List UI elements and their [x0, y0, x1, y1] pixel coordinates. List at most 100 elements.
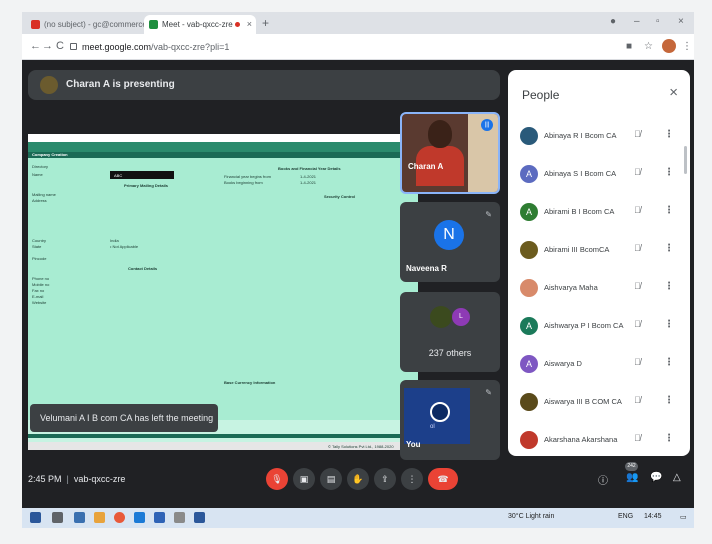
back-arrow-icon[interactable]: ←: [30, 40, 41, 52]
weather-widget[interactable]: 30°C Light rain: [508, 513, 554, 520]
participant-more-icon[interactable]: ⋮: [664, 167, 674, 178]
participant-row[interactable]: A Abinaya S I Bcom CA 🎙̸ ⋮: [508, 156, 690, 194]
present-now-button[interactable]: ⇪: [374, 468, 396, 490]
tray-clock[interactable]: 14:45: [644, 513, 662, 520]
tally-contact-details: Contact Details: [128, 266, 158, 271]
tally-books-label: Books beginning from: [224, 180, 263, 185]
tally-books-fy: Books and Financial Year Details: [278, 166, 341, 171]
participant-avatar: A: [520, 355, 538, 373]
participant-row[interactable]: Aishvarya Maha 🎙̸ ⋮: [508, 270, 690, 308]
participant-more-icon[interactable]: ⋮: [664, 433, 674, 444]
raise-hand-button[interactable]: ✋: [347, 468, 369, 490]
store-icon[interactable]: [154, 512, 165, 523]
participant-avatar: [520, 431, 538, 449]
task-view-icon[interactable]: [74, 512, 85, 523]
participant-row[interactable]: A Aiswarya D 🎙̸ ⋮: [508, 346, 690, 384]
meeting-info-separator: |: [66, 474, 69, 484]
mic-off-icon: 🎙̸: [634, 281, 641, 291]
tile-others[interactable]: L 237 others: [400, 292, 500, 372]
participant-row[interactable]: Akarshana Akarshana 🎙̸ ⋮: [508, 422, 690, 456]
app-icon[interactable]: [174, 512, 185, 523]
address-bar[interactable]: meet.google.com/vab-qxcc-zre?pli=1: [68, 39, 608, 55]
maximize-icon[interactable]: ▫: [656, 16, 660, 27]
participant-row[interactable]: Aiswarya III B COM CA 🎙̸ ⋮: [508, 384, 690, 422]
panel-scrollbar[interactable]: [684, 146, 687, 174]
tab-meet[interactable]: Meet - vab-qxcc-zre ×: [144, 15, 256, 34]
tile-you[interactable]: ✎ ol You: [400, 380, 500, 460]
charan-video: [416, 120, 464, 186]
menu-kebab-icon[interactable]: ⋮: [682, 41, 692, 52]
tab-mail[interactable]: (no subject) - gc@commercecal: [26, 15, 144, 34]
participant-row[interactable]: A Aishwarya P I Bcom CA 🎙̸ ⋮: [508, 308, 690, 346]
participant-name: Akarshana Akarshana: [544, 435, 618, 444]
profile-avatar[interactable]: [662, 39, 676, 53]
tally-books-value: 1-4-2021: [300, 180, 317, 185]
tray-language[interactable]: ENG: [618, 513, 633, 520]
notifications-icon[interactable]: ▭: [680, 513, 687, 521]
tile-charan[interactable]: ||| Charan A: [400, 112, 500, 194]
tally-email-label: E-mail: [32, 294, 44, 299]
camera-indicator-icon[interactable]: ■: [626, 41, 632, 52]
edge-icon[interactable]: [134, 512, 145, 523]
file-explorer-icon[interactable]: [94, 512, 105, 523]
tally-directory-label: Directory: [32, 164, 49, 169]
tally-fy-value: 1-4-2021: [300, 174, 317, 179]
search-icon[interactable]: [52, 512, 63, 523]
profile-dot-icon[interactable]: ●: [610, 16, 616, 27]
people-panel: People × Abinaya R I Bcom CA 🎙̸ ⋮ A Abinaya …: [508, 70, 690, 456]
word-icon[interactable]: [194, 512, 205, 523]
leave-call-button[interactable]: ☎: [428, 468, 458, 490]
people-icon[interactable]: 👥: [626, 472, 638, 483]
tally-name-label: Name: [32, 172, 43, 177]
mic-off-button[interactable]: 🎙: [266, 468, 288, 490]
participant-avatar: [520, 241, 538, 259]
shared-screen: Company Creation Directory Name ABC Prim…: [28, 134, 418, 450]
forward-arrow-icon[interactable]: →: [42, 40, 53, 52]
desktop-screen: (no subject) - gc@commercecal Meet - vab…: [22, 12, 694, 528]
presenter-avatar: [40, 76, 58, 94]
participant-more-icon[interactable]: ⋮: [664, 357, 674, 368]
close-icon[interactable]: ×: [669, 84, 678, 101]
presenting-text: Charan A is presenting: [66, 79, 175, 90]
participant-row[interactable]: A Abirami B I Bcom CA 🎙̸ ⋮: [508, 194, 690, 232]
participant-more-icon[interactable]: ⋮: [664, 319, 674, 330]
self-view-small-text: ol: [430, 424, 435, 430]
chat-icon[interactable]: 💬: [650, 472, 662, 483]
windows-start-icon[interactable]: [30, 512, 41, 523]
college-logo-icon: [430, 402, 450, 422]
tile-you-label: You: [406, 440, 421, 449]
tile-naveena[interactable]: ✎ N Naveena R: [400, 202, 500, 282]
self-view-image: [404, 388, 470, 444]
more-options-button[interactable]: ⋮: [401, 468, 423, 490]
mic-off-icon: 🎙̸: [634, 205, 641, 215]
tally-phone-label: Phone no: [32, 276, 50, 281]
meeting-details-icon[interactable]: ⓘ: [598, 472, 608, 487]
mic-off-icon: 🎙̸: [634, 129, 641, 139]
participant-name: Abirami B I Bcom CA: [544, 207, 615, 216]
minimize-icon[interactable]: –: [634, 16, 640, 27]
tally-name-value: ABC: [114, 173, 123, 178]
tally-base-currency: Base Currency Information: [224, 380, 276, 385]
gmail-icon: [31, 20, 40, 29]
url-host: meet.google.com: [82, 42, 152, 52]
activities-icon[interactable]: △: [673, 472, 681, 483]
participant-row[interactable]: Abinaya R I Bcom CA 🎙̸ ⋮: [508, 118, 690, 156]
recording-dot-icon: [235, 22, 240, 27]
close-window-icon[interactable]: ×: [678, 16, 684, 27]
mic-off-icon: 🎙̸: [634, 357, 641, 367]
tally-status-bar: [28, 434, 418, 438]
reload-icon[interactable]: C: [56, 40, 64, 52]
camera-off-button[interactable]: ▣: [293, 468, 315, 490]
participant-more-icon[interactable]: ⋮: [664, 205, 674, 216]
close-tab-icon[interactable]: ×: [247, 19, 252, 29]
chrome-icon[interactable]: [114, 512, 125, 523]
participant-more-icon[interactable]: ⋮: [664, 281, 674, 292]
participant-avatar: A: [520, 165, 538, 183]
participant-row[interactable]: Abirami III BcomCA 🎙̸ ⋮: [508, 232, 690, 270]
bookmark-star-icon[interactable]: ☆: [644, 41, 653, 52]
new-tab-icon[interactable]: +: [262, 16, 269, 30]
participant-more-icon[interactable]: ⋮: [664, 243, 674, 254]
participant-more-icon[interactable]: ⋮: [664, 395, 674, 406]
captions-button[interactable]: ▤: [320, 468, 342, 490]
participant-more-icon[interactable]: ⋮: [664, 129, 674, 140]
